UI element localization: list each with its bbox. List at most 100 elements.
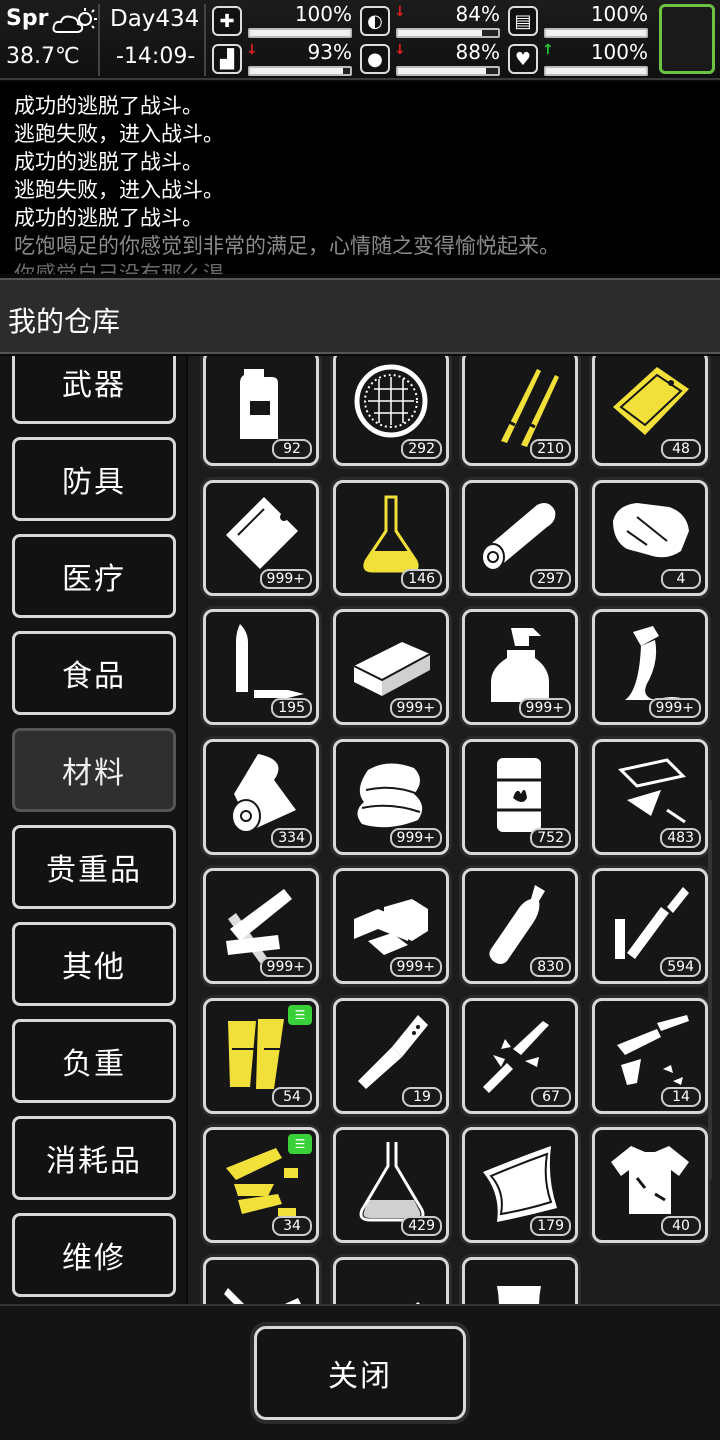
inventory-slot[interactable]: 999+ <box>592 609 708 725</box>
stat-bar-fill <box>398 30 482 36</box>
inventory-slot[interactable]: 752 <box>462 739 578 855</box>
fuel-barrel-icon <box>497 758 541 832</box>
inventory-grid[interactable]: 92 292 210 48 999+ 146 297 4 195 999+ 999+ 999+ 334 9… <box>188 356 720 1304</box>
inventory-slot[interactable]: 297 <box>462 480 578 596</box>
inventory-slot[interactable]: 429 <box>333 1127 449 1243</box>
category-tab[interactable]: 负重 <box>12 1019 176 1103</box>
water-drop-icon: ● <box>360 44 390 74</box>
scrollbar[interactable] <box>708 800 712 1180</box>
category-tab[interactable]: 医疗 <box>12 534 176 618</box>
log-line: 成功的逃脱了战斗。 <box>14 206 203 230</box>
log-line: 成功的逃脱了战斗。 <box>14 150 203 174</box>
bottle-icon <box>489 885 545 964</box>
inventory-slot[interactable]: 999+ <box>203 868 319 984</box>
item-count-badge: 48 <box>661 439 701 459</box>
inventory-slot[interactable]: 67 <box>462 998 578 1114</box>
divider <box>98 4 100 76</box>
item-count-badge: 19 <box>402 1087 442 1107</box>
stat-bar-fill <box>250 68 343 74</box>
category-tab[interactable]: 维修 <box>12 1213 176 1297</box>
inventory-slot[interactable]: 999+ <box>462 609 578 725</box>
inventory-slot[interactable]: 334 <box>203 739 319 855</box>
spray-bottle-icon <box>491 628 549 702</box>
message-log[interactable]: 成功的逃脱了战斗。 逃跑失败，进入战斗。 成功的逃脱了战斗。 逃跑失败，进入战斗。 成功… <box>0 82 720 274</box>
stat-bar <box>396 28 500 38</box>
clock-label: -14:09- <box>116 44 196 69</box>
status-bar: Spr 38.7℃ Day434 -14:09- ✚ 100% ◐ ↓ 84% ▤ 100%… <box>0 0 720 80</box>
stat-meter: ◐ ↓ 84% <box>360 2 500 40</box>
scissors-icon <box>224 1288 301 1304</box>
planks-icon <box>226 889 292 963</box>
inventory-slot[interactable]: 40 <box>592 1127 708 1243</box>
category-tab[interactable]: 武器 <box>12 356 176 424</box>
glue-tube-icon <box>625 626 687 700</box>
trend-arrow-icon: ↑ <box>542 42 554 58</box>
brick-icon <box>353 642 431 696</box>
glass-shards-icon <box>617 758 687 824</box>
category-tab[interactable]: 其他 <box>12 922 176 1006</box>
category-tab[interactable]: 材料 <box>12 728 176 812</box>
stat-bar-fill <box>546 30 646 36</box>
inventory-slot[interactable]: 830 <box>462 868 578 984</box>
stat-value: 100% <box>590 40 648 64</box>
inventory-slot[interactable]: 195 <box>203 609 319 725</box>
log-line: 成功的逃脱了战斗。 <box>14 94 203 118</box>
fabric-pile-icon <box>357 763 423 828</box>
stat-bar-fill <box>250 30 350 36</box>
inventory-slot[interactable]: 19 <box>333 998 449 1114</box>
trend-arrow-icon: ↓ <box>394 4 406 20</box>
stat-bar <box>248 66 352 76</box>
category-tab[interactable]: 防具 <box>12 437 176 521</box>
inventory-slot[interactable]: ☰ 34 <box>203 1127 319 1243</box>
cloth-sheet-icon <box>483 1146 557 1222</box>
inventory-slot[interactable] <box>333 1257 449 1304</box>
character-portrait[interactable] <box>659 4 715 74</box>
inventory-slot[interactable]: 4 <box>592 480 708 596</box>
item-count-badge: 210 <box>530 439 571 459</box>
inventory-slot[interactable]: 14 <box>592 998 708 1114</box>
inventory-slot[interactable]: 48 <box>592 356 708 466</box>
item-count-badge: 179 <box>530 1216 571 1236</box>
category-tab[interactable]: 食品 <box>12 631 176 715</box>
inventory-slot[interactable] <box>203 1257 319 1304</box>
inventory-slot[interactable]: 292 <box>333 356 449 466</box>
inventory-slot[interactable]: 999+ <box>333 609 449 725</box>
inventory-slot[interactable] <box>462 1257 578 1304</box>
leather-icon <box>613 503 689 558</box>
medkit-icon: ✚ <box>212 6 242 36</box>
category-tab[interactable]: 消耗品 <box>12 1116 176 1200</box>
inventory-slot[interactable]: 146 <box>333 480 449 596</box>
inventory-slot[interactable]: 999+ <box>333 868 449 984</box>
item-count-badge: 92 <box>272 439 312 459</box>
inventory-slot[interactable]: 179 <box>462 1127 578 1243</box>
item-count-badge: 67 <box>531 1087 571 1107</box>
stat-meter: ▟ ↓ 93% <box>212 40 352 78</box>
trend-arrow-icon: ↓ <box>246 42 258 58</box>
inventory-slot[interactable]: ☰ 54 <box>203 998 319 1114</box>
close-button[interactable]: 关闭 <box>254 1326 466 1420</box>
inventory-slot[interactable]: 999+ <box>333 739 449 855</box>
log-line: 你感觉自己没有那么渴 <box>14 262 224 274</box>
footer: 关闭 <box>0 1304 720 1440</box>
inventory-slot[interactable]: 999+ <box>203 480 319 596</box>
tube-icon <box>415 1302 420 1304</box>
category-sidebar[interactable]: 武器防具医疗食品材料贵重品其他负重消耗品维修 <box>0 356 186 1304</box>
item-count-badge: 752 <box>530 828 571 848</box>
inventory-slot[interactable]: 210 <box>462 356 578 466</box>
filter-mesh-icon <box>354 364 428 438</box>
wood-blocks-icon <box>354 899 428 955</box>
window-title: 我的仓库 <box>8 305 121 338</box>
log-icon <box>481 503 556 571</box>
heart-icon: ♥ <box>508 44 538 74</box>
season-label: Spr <box>6 6 49 31</box>
inventory-slot[interactable]: 483 <box>592 739 708 855</box>
inventory-slot[interactable]: 92 <box>203 356 319 466</box>
day-counter: Day434 <box>110 6 200 32</box>
log-line: 吃饱喝足的你感觉到非常的满足，心情随之变得愉悦起来。 <box>14 234 560 258</box>
category-tab[interactable]: 贵重品 <box>12 825 176 909</box>
weapon-parts-icon <box>483 1021 549 1093</box>
inventory-slot[interactable]: 594 <box>592 868 708 984</box>
item-count-badge: 14 <box>661 1087 701 1107</box>
stat-meter: ✚ 100% <box>212 2 352 40</box>
stat-bar <box>396 66 500 76</box>
